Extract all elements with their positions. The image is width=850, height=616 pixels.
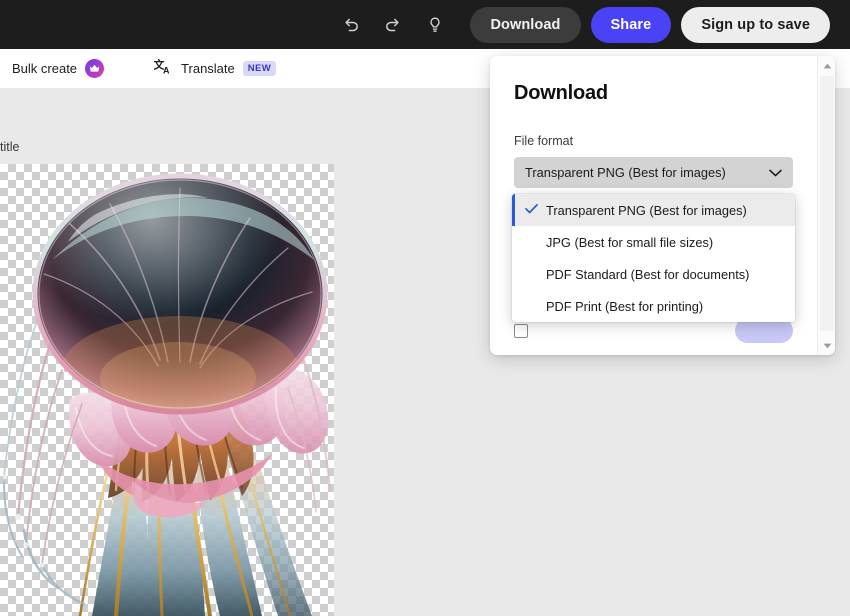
design-canvas[interactable] (0, 164, 334, 616)
crown-icon (85, 59, 105, 78)
chevron-down-icon (769, 164, 782, 182)
download-panel-scrollbar[interactable] (817, 56, 835, 355)
file-format-dropdown: Transparent PNG (Best for images) JPG (B… (512, 194, 795, 322)
dropdown-option-label: PDF Print (Best for printing) (546, 298, 704, 314)
file-format-label: File format (514, 134, 574, 148)
translate-new-badge: NEW (242, 61, 277, 76)
download-button[interactable]: Download (470, 6, 581, 43)
bulk-create-label: Bulk create (12, 61, 78, 76)
scroll-down-arrow-icon[interactable] (818, 337, 835, 354)
scroll-up-arrow-icon[interactable] (818, 57, 835, 74)
file-format-select[interactable]: Transparent PNG (Best for images) (514, 157, 793, 188)
translate-button[interactable]: 文 A Translate NEW (146, 55, 284, 83)
ideas-button[interactable] (418, 8, 452, 42)
download-option-checkbox[interactable] (514, 323, 528, 338)
canvas-title: title (0, 140, 20, 154)
scrollbar-thumb[interactable] (820, 76, 834, 331)
lightbulb-icon (425, 15, 445, 35)
download-button-label: Download (490, 16, 561, 33)
file-format-selected-value: Transparent PNG (Best for images) (525, 165, 726, 180)
app-root: Download Share Sign up to save Bulk crea… (0, 0, 850, 616)
dropdown-option-pdf-print[interactable]: PDF Print (Best for printing) (512, 290, 795, 322)
svg-text:A: A (163, 65, 170, 75)
dropdown-option-label: JPG (Best for small file sizes) (546, 234, 714, 250)
dropdown-option-jpg[interactable]: JPG (Best for small file sizes) (512, 226, 795, 258)
dropdown-option-transparent-png[interactable]: Transparent PNG (Best for images) (512, 194, 795, 226)
check-icon (525, 203, 538, 218)
undo-button[interactable] (334, 8, 368, 42)
top-toolbar: Download Share Sign up to save (0, 0, 850, 49)
dropdown-option-label: PDF Standard (Best for documents) (546, 266, 750, 282)
dropdown-option-label: Transparent PNG (Best for images) (546, 202, 747, 218)
download-panel: Download File format Transparent PNG (Be… (490, 56, 835, 355)
redo-button[interactable] (376, 8, 410, 42)
sign-up-button-label: Sign up to save (701, 16, 810, 33)
bulk-create-button[interactable]: Bulk create (4, 55, 112, 82)
share-button[interactable]: Share (590, 6, 672, 43)
redo-icon (383, 15, 403, 35)
jellyfish-image (2, 173, 331, 616)
sign-up-to-save-button[interactable]: Sign up to save (681, 6, 830, 43)
translate-icon: 文 A (154, 57, 173, 79)
translate-label: Translate (181, 61, 235, 76)
share-button-label: Share (610, 16, 652, 33)
download-panel-title: Download (514, 82, 608, 104)
dropdown-option-pdf-standard[interactable]: PDF Standard (Best for documents) (512, 258, 795, 290)
undo-icon (341, 15, 361, 35)
